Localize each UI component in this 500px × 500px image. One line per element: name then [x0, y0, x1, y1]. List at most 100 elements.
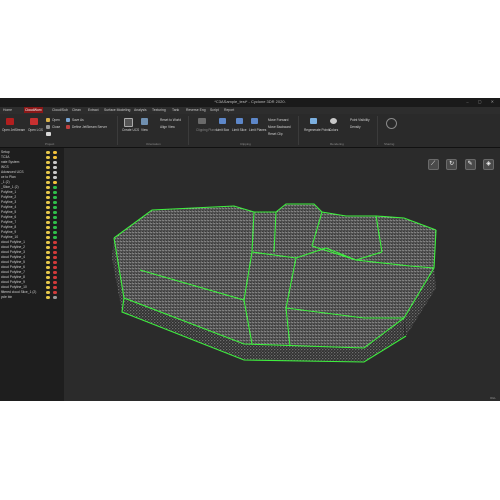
reset-clip-button[interactable]: Reset Clip [268, 132, 283, 136]
close-file-icon [46, 125, 50, 129]
reset-to-world-button[interactable]: Reset to World [160, 118, 181, 122]
visibility-icon[interactable] [46, 170, 50, 175]
visibility-icon[interactable] [46, 205, 50, 210]
3d-viewport[interactable]: ⟋ ↻ ✎ ◈ REL [64, 148, 500, 401]
visibility-icon[interactable] [46, 235, 50, 240]
view-icon [141, 118, 148, 125]
point-cloud-model[interactable] [64, 148, 500, 401]
visibility-icon[interactable] [46, 165, 50, 170]
rotate-icon[interactable]: ↻ [446, 159, 458, 170]
create-ucs-button[interactable]: Create UCS [122, 128, 139, 132]
layer-status-icon [53, 275, 57, 280]
tree-item[interactable]: ycle bin [0, 295, 64, 300]
layer-status-icon [53, 200, 57, 205]
share-icon[interactable] [386, 118, 397, 129]
visibility-icon[interactable] [46, 260, 50, 265]
project-tool-icon[interactable] [46, 132, 51, 136]
layer-status-icon [53, 180, 57, 185]
layer-status-icon [53, 270, 57, 275]
menu-script[interactable]: Script [210, 108, 219, 112]
open-jetstream-button[interactable]: Open JetStream [2, 128, 25, 132]
move-backward-button[interactable]: Move Backward [268, 125, 291, 129]
visibility-icon[interactable] [46, 285, 50, 290]
menu-tank[interactable]: Tank [172, 108, 179, 112]
ribbon-divider [377, 116, 378, 145]
save-as-button[interactable]: Save As [72, 118, 84, 122]
layer-status-icon [53, 240, 57, 245]
limit-box-button[interactable]: Limit Box [216, 128, 229, 132]
visibility-icon[interactable] [46, 190, 50, 195]
layer-status-icon [53, 265, 57, 270]
layer-status-icon [53, 260, 57, 265]
menu-clean[interactable]: Clean [72, 108, 81, 112]
visibility-icon[interactable] [46, 185, 50, 190]
menu-texturing[interactable]: Texturing [152, 108, 166, 112]
regenerate-points-button[interactable]: Regenerate Points [304, 128, 330, 132]
layer-status-icon [53, 185, 57, 190]
move-forward-button[interactable]: Move Forward [268, 118, 288, 122]
close-button[interactable]: Close [52, 125, 60, 129]
tree-item-label: ycle bin [1, 295, 13, 299]
visibility-icon[interactable] [46, 245, 50, 250]
density-dropdown[interactable]: Density [350, 125, 361, 129]
layer-status-icon [53, 170, 57, 175]
point-visibility-button[interactable]: Point Visibility [350, 118, 370, 122]
visibility-icon[interactable] [46, 175, 50, 180]
menu-report[interactable]: Report [224, 108, 234, 112]
layer-status-icon [53, 215, 57, 220]
visibility-icon[interactable] [46, 290, 50, 295]
layer-status-icon [53, 195, 57, 200]
visibility-icon[interactable] [46, 255, 50, 260]
layer-status-icon [53, 160, 57, 165]
menu-analysis[interactable]: Analysis [134, 108, 147, 112]
menu-extract[interactable]: Extract [88, 108, 99, 112]
menu-cloud-sub[interactable]: Cloud/Sub [52, 108, 68, 112]
open-lgs-button[interactable]: Open LGS [28, 128, 43, 132]
visibility-icon[interactable] [46, 270, 50, 275]
orientation-group-label: Orientation [146, 142, 161, 146]
ucs-icon [124, 118, 133, 127]
layer-status-icon [53, 175, 57, 180]
visibility-icon[interactable] [46, 265, 50, 270]
visibility-icon[interactable] [46, 210, 50, 215]
measure-icon[interactable]: ⟋ [427, 159, 439, 170]
visibility-icon[interactable] [46, 275, 50, 280]
visibility-icon[interactable] [46, 250, 50, 255]
visibility-icon[interactable] [46, 180, 50, 185]
align-view-button[interactable]: Align View [160, 125, 175, 129]
visibility-icon[interactable] [46, 240, 50, 245]
window-controls[interactable]: – ▢ ✕ [466, 99, 498, 104]
layer-status-icon [53, 255, 57, 260]
open-button[interactable]: Open [52, 118, 60, 122]
orbit-icon[interactable]: ✎ [464, 159, 476, 170]
menu-cloudworx[interactable]: CloudWorx [24, 107, 43, 113]
menu-surface-modeling[interactable]: Surface Modeling [104, 108, 130, 112]
project-group-label: Project [45, 142, 55, 146]
visibility-icon[interactable] [46, 230, 50, 235]
limit-planes-button[interactable]: Limit Planes [249, 128, 266, 132]
visibility-icon[interactable] [46, 160, 50, 165]
clipping-planes-button[interactable]: Clipping Planes [196, 128, 218, 132]
visibility-icon[interactable] [46, 215, 50, 220]
menu-reverse-eng[interactable]: Reverse Eng [186, 108, 206, 112]
define-jetstream-server-button[interactable]: Define JetStream Server [72, 125, 107, 129]
colors-button[interactable]: Colors [329, 128, 338, 132]
ribbon-divider [188, 116, 189, 145]
visibility-icon[interactable] [46, 225, 50, 230]
view-button[interactable]: View [141, 128, 148, 132]
visibility-icon[interactable] [46, 155, 50, 160]
layer-status-icon [53, 250, 57, 255]
layer-status-icon [53, 225, 57, 230]
visibility-icon[interactable] [46, 295, 50, 300]
visibility-icon[interactable] [46, 280, 50, 285]
layer-status-icon [53, 155, 57, 160]
tag-icon[interactable]: ◈ [483, 159, 494, 170]
layer-status-icon [53, 295, 57, 300]
limit-slice-button[interactable]: Limit Slice [232, 128, 247, 132]
layer-status-icon [53, 245, 57, 250]
menu-home[interactable]: Home [3, 108, 12, 112]
visibility-icon[interactable] [46, 200, 50, 205]
visibility-icon[interactable] [46, 150, 50, 155]
visibility-icon[interactable] [46, 195, 50, 200]
visibility-icon[interactable] [46, 220, 50, 225]
